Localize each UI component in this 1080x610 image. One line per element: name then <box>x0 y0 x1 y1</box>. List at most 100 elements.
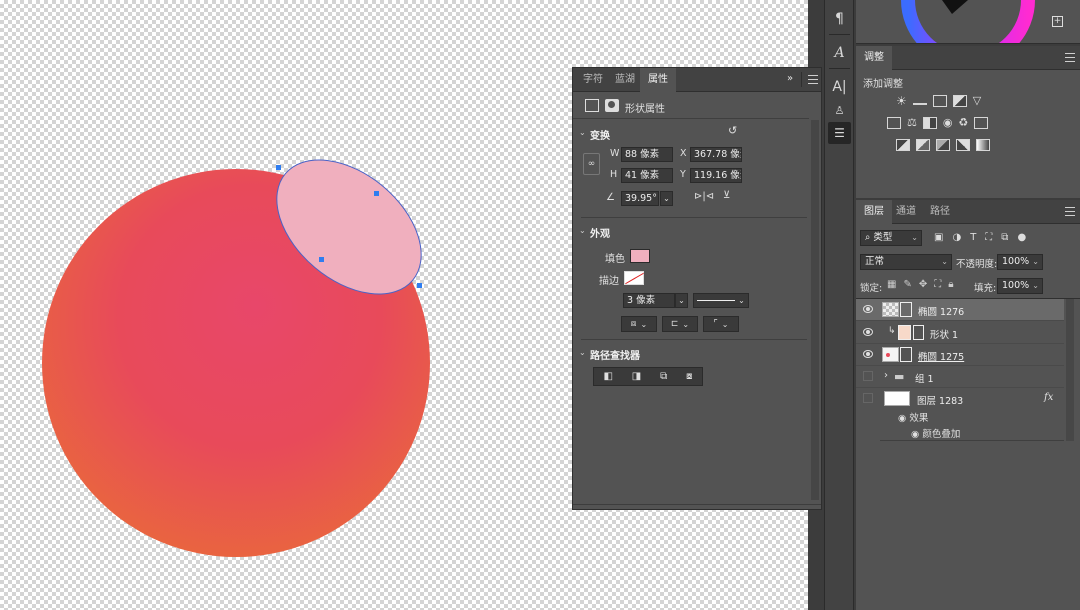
flip-vertical-icon[interactable]: ⊻ <box>723 190 730 201</box>
pathfinder-section-title[interactable]: 路径查找器 <box>590 347 640 362</box>
eye-icon[interactable]: ◉ <box>911 429 922 440</box>
height-field[interactable]: 41 像素 <box>621 168 673 183</box>
black-white-icon[interactable] <box>922 117 937 129</box>
layer-name[interactable]: 椭圆 1276 <box>918 304 964 318</box>
stroke-width-field[interactable]: 3 像素 <box>623 293 675 308</box>
transform-section-title[interactable]: 变换 <box>590 127 610 142</box>
properties-scrollbar[interactable] <box>811 120 819 500</box>
exposure-icon[interactable] <box>952 95 967 107</box>
layers-scrollbar[interactable] <box>1066 299 1074 441</box>
tab-lanhu[interactable]: 蓝湖 <box>607 68 643 92</box>
stroke-width-chevron-icon[interactable]: ⌄ <box>675 293 688 308</box>
panel-menu-icon[interactable] <box>1065 207 1075 216</box>
lock-position-icon[interactable]: ✥ <box>919 279 927 290</box>
hue-saturation-icon[interactable] <box>887 117 901 129</box>
character-style-icon[interactable]: A| <box>828 76 851 98</box>
layer-name[interactable]: 形状 1 <box>930 327 958 341</box>
collapse-icon[interactable]: » <box>787 73 793 84</box>
layer-name[interactable]: 组 1 <box>915 371 934 385</box>
subtract-shapes-icon[interactable]: ◨ <box>632 371 641 382</box>
color-overlay-label[interactable]: ◉ 颜色叠加 <box>911 426 960 440</box>
tab-channels[interactable]: 通道 <box>888 200 924 224</box>
mask-properties-icon[interactable] <box>605 99 619 112</box>
levels-icon[interactable] <box>912 95 927 105</box>
lock-all-icon[interactable]: 🔒︎ <box>948 279 953 290</box>
filter-toggle-icon[interactable]: ● <box>1017 232 1026 243</box>
visibility-off-box[interactable] <box>863 393 873 403</box>
layer-row[interactable]: 椭圆 1275 <box>856 344 1064 366</box>
tab-character[interactable]: 字符 <box>575 68 611 92</box>
brightness-icon[interactable]: ☀ <box>896 95 907 107</box>
panel-menu-icon[interactable] <box>1065 53 1075 62</box>
visibility-eye-icon[interactable] <box>863 305 873 313</box>
tab-paths[interactable]: 路径 <box>922 200 958 224</box>
fx-icon[interactable]: fx <box>1044 392 1053 403</box>
panel-menu-icon[interactable] <box>808 75 818 84</box>
layer-row[interactable]: 椭圆 1276 <box>856 299 1064 321</box>
paragraph-icon[interactable]: ¶ <box>828 8 851 30</box>
stroke-caps-select[interactable]: ⊏ ⌄ <box>662 316 698 332</box>
angle-field[interactable]: 39.95° <box>621 191 659 206</box>
shape-filter-icon[interactable]: ⛶ <box>985 232 992 243</box>
tab-adjustments[interactable]: 调整 <box>856 46 892 70</box>
reset-icon[interactable]: ↺ <box>728 124 737 137</box>
curves-icon[interactable] <box>932 95 947 107</box>
effects-label[interactable]: ◉ 效果 <box>898 410 928 424</box>
type-filter-icon[interactable]: T <box>970 232 976 243</box>
visibility-eye-icon[interactable] <box>863 328 873 336</box>
layer-row[interactable]: 图层 1283 fx <box>856 388 1064 410</box>
opacity-field[interactable]: 100% ⌄ <box>997 254 1043 270</box>
intersect-shapes-icon[interactable]: ⧉ <box>660 371 667 382</box>
chevron-down-icon[interactable]: ⌄ <box>579 128 586 137</box>
stroke-type-select[interactable]: ⌄ <box>693 293 749 308</box>
filter-type-select[interactable]: ⌕ 类型 ⌄ <box>860 230 922 246</box>
tab-layers[interactable]: 图层 <box>856 200 892 224</box>
stroke-corners-select[interactable]: ⌜ ⌄ <box>703 316 739 332</box>
visibility-off-box[interactable] <box>863 371 873 381</box>
layer-name[interactable]: 椭圆 1275 <box>918 349 964 363</box>
visibility-eye-icon[interactable] <box>863 350 873 358</box>
eye-icon[interactable]: ◉ <box>898 413 909 424</box>
chevron-down-icon[interactable]: ⌄ <box>579 226 586 235</box>
fill-field[interactable]: 100% ⌄ <box>997 278 1043 294</box>
selective-color-icon[interactable] <box>956 139 970 151</box>
blend-mode-select[interactable]: 正常 ⌄ <box>860 254 952 270</box>
glyphs-icon[interactable]: A <box>828 42 851 64</box>
y-field[interactable]: 119.16 像素 <box>690 168 742 183</box>
layer-row[interactable]: ↳ 形状 1 <box>856 322 1064 344</box>
adjustment-filter-icon[interactable]: ◑ <box>952 232 961 243</box>
exclude-shapes-icon[interactable]: ⧇ <box>686 371 692 382</box>
properties-sliders-icon[interactable]: ☰ <box>828 122 851 144</box>
lock-image-icon[interactable]: ✎ <box>903 279 911 290</box>
combine-shapes-icon[interactable]: ◧ <box>603 371 612 382</box>
chevron-right-icon[interactable]: › <box>884 370 888 381</box>
color-lookup-icon[interactable] <box>974 117 989 129</box>
stroke-align-select[interactable]: ⧈ ⌄ <box>621 316 657 332</box>
chevron-down-icon[interactable]: ⌄ <box>579 348 586 357</box>
posterize-icon[interactable] <box>916 139 930 151</box>
width-field[interactable]: 88 像素 <box>621 147 673 162</box>
add-swatch-icon[interactable]: + <box>1052 16 1063 27</box>
color-wheel-icon[interactable] <box>856 0 1080 44</box>
channel-mixer-icon[interactable]: ♻ <box>958 117 968 129</box>
flip-horizontal-icon[interactable]: ⊳|⊲ <box>694 191 714 202</box>
link-icon[interactable]: ∞ <box>583 153 600 175</box>
gradient-map-icon[interactable] <box>976 139 990 151</box>
shape-properties-icon[interactable] <box>585 99 599 112</box>
image-filter-icon[interactable]: ▣ <box>934 232 943 243</box>
angle-dropdown-chevron-icon[interactable]: ⌄ <box>660 191 673 206</box>
photo-filter-icon[interactable]: ◉ <box>943 117 953 129</box>
lock-transparent-icon[interactable]: ▦ <box>887 279 896 290</box>
color-balance-icon[interactable]: ⚖ <box>907 117 917 129</box>
tab-properties[interactable]: 属性 <box>640 68 676 92</box>
x-field[interactable]: 367.78 像素 <box>690 147 742 162</box>
appearance-section-title[interactable]: 外观 <box>590 225 610 240</box>
layer-row[interactable]: › ▬ 组 1 <box>856 366 1064 388</box>
lock-artboard-icon[interactable]: ⛶ <box>934 279 941 290</box>
stroke-color-swatch[interactable] <box>624 271 644 285</box>
invert-icon[interactable] <box>896 139 910 151</box>
vibrance-icon[interactable]: ▽ <box>973 95 981 107</box>
fill-color-swatch[interactable] <box>630 249 650 263</box>
layer-name[interactable]: 图层 1283 <box>917 393 963 407</box>
threshold-icon[interactable] <box>936 139 950 151</box>
